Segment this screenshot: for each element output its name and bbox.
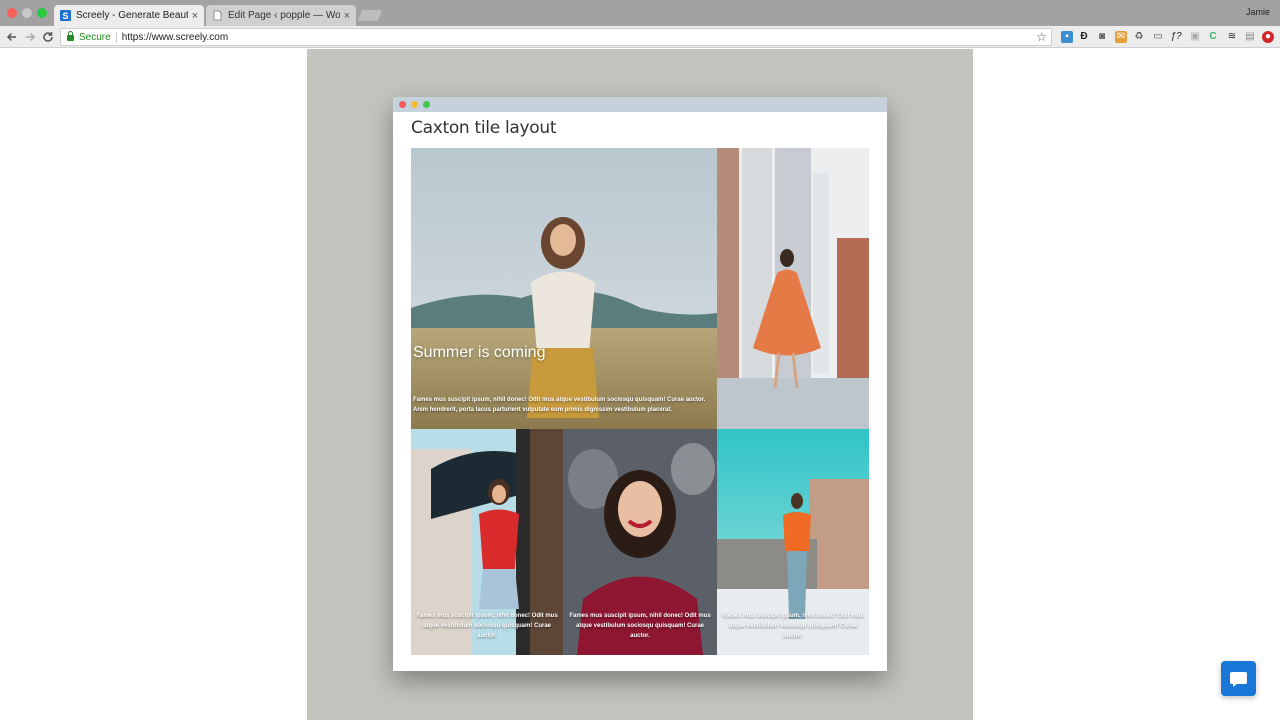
reload-icon[interactable] [40,29,56,45]
close-window-icon[interactable] [7,8,17,18]
tab-bar: S Screely - Generate Beautiful M × Edit … [0,0,1280,26]
ext-recycle-icon[interactable]: ♻ [1133,31,1145,43]
tile-text: Fames mus suscipit ipsum, nihil donec! O… [569,613,711,639]
tile-title: Summer is coming [413,344,546,361]
hero-photo [411,148,717,429]
screenshot-stage: Caxton tile layout Summer is coming Fame… [307,49,973,720]
ext-layers-icon[interactable]: ≋ [1226,31,1238,43]
tile-text: Fames mus suscipit ipsum, nihil donec! O… [416,613,558,639]
ext-mail-icon[interactable]: ✉ [1115,31,1127,43]
url-text[interactable]: https://www.screely.com [122,32,229,43]
tile-city[interactable] [717,148,869,429]
tile-storefront[interactable]: Fames mus suscipit ipsum, nihil donec! O… [411,429,563,655]
mockup-close-dot [399,101,406,108]
tile-text: Fames mus suscipit ipsum, nihil donec! O… [413,397,706,413]
mockup-minimize-dot [411,101,418,108]
chat-button[interactable] [1221,661,1256,696]
profile-name[interactable]: Jamie [1246,7,1270,17]
close-tab-icon[interactable]: × [344,10,350,22]
tile-street[interactable]: Fames mus suscipit ipsum, nihil donec! O… [717,429,869,655]
maximize-window-icon[interactable] [37,8,47,18]
ext-bag-icon[interactable]: ▣ [1189,31,1201,43]
tile-text: Fames mus suscipit ipsum, nihil donec! O… [722,613,864,639]
forward-arrow-icon[interactable] [22,29,38,45]
tile-portrait[interactable]: Fames mus suscipit ipsum, nihil donec! O… [563,429,717,655]
page-title: Caxton tile layout [411,118,557,138]
city-photo [717,148,869,429]
back-arrow-icon[interactable] [4,29,20,45]
ext-fx-icon[interactable]: ƒ? [1170,31,1182,43]
chat-bubble-icon [1230,672,1247,687]
tab-screely[interactable]: S Screely - Generate Beautiful M × [54,5,204,26]
ext-d-icon[interactable]: Ð [1078,31,1090,43]
ext-camera-icon[interactable]: ◙ [1096,31,1108,43]
tab-title: Edit Page ‹ popple — WordPre [228,10,340,21]
mockup-titlebar [393,97,887,112]
secure-label: Secure [79,31,111,43]
tab-edit-page[interactable]: Edit Page ‹ popple — WordPre × [206,5,356,26]
mockup-window: Caxton tile layout Summer is coming Fame… [393,97,887,671]
svg-text:S: S [62,11,68,21]
page-content: Caxton tile layout Summer is coming Fame… [0,49,1280,720]
minimize-window-icon[interactable] [22,8,32,18]
tab-title: Screely - Generate Beautiful M [76,10,188,21]
ext-badge-icon[interactable]: ▪ [1061,31,1073,43]
address-bar[interactable]: Secure https://www.screely.com ☆ [60,28,1052,46]
new-tab-button[interactable] [357,10,383,21]
ext-window-icon[interactable]: ▤ [1244,31,1256,43]
page-icon [213,10,222,21]
ext-cast-icon[interactable]: ▭ [1152,31,1164,43]
s-favicon-icon: S [60,10,71,21]
tile-hero[interactable]: Summer is coming Fames mus suscipit ipsu… [411,148,717,429]
lock-icon [67,31,74,41]
mockup-maximize-dot [423,101,430,108]
browser-toolbar: Secure https://www.screely.com ☆ ▪ Ð ◙ ✉… [0,26,1280,48]
ext-stop-icon[interactable]: ● [1262,31,1274,43]
ext-c-icon[interactable]: C [1207,31,1219,43]
bookmark-star-icon[interactable]: ☆ [1036,30,1047,44]
divider [115,31,117,43]
close-tab-icon[interactable]: × [192,10,198,22]
